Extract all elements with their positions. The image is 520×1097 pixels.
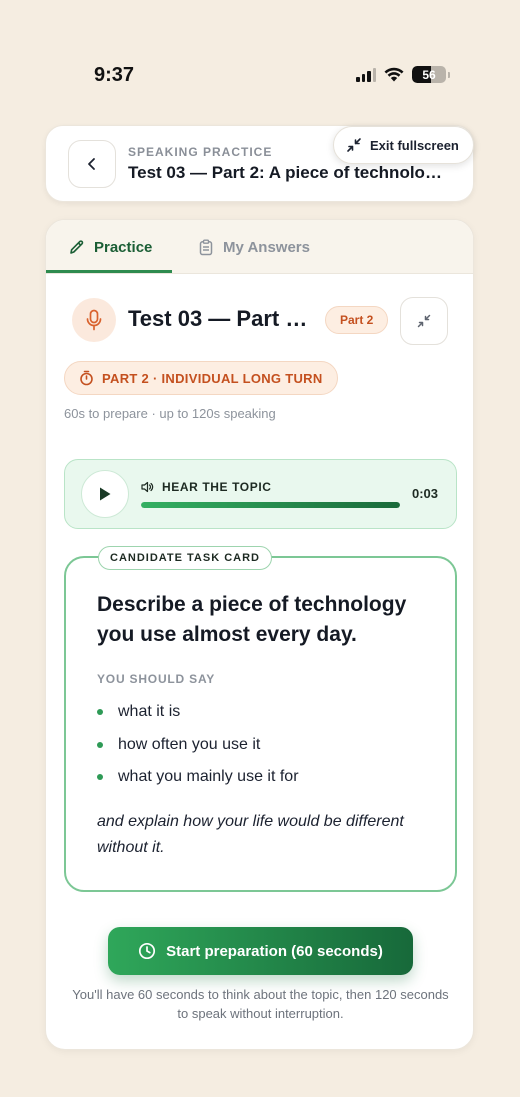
battery-level: 56: [422, 67, 436, 82]
task-explain: and explain how your life would be diffe…: [97, 813, 404, 856]
play-icon: [100, 487, 111, 501]
list-item: what you mainly use it for: [97, 761, 299, 794]
wifi-icon: [384, 67, 404, 82]
list-item: what it is: [97, 696, 299, 729]
task-heading: Describe a piece of technology you use a…: [97, 593, 407, 646]
start-preparation-button[interactable]: Start preparation (60 seconds): [108, 927, 413, 975]
bullet-text: what you mainly use it for: [118, 768, 299, 786]
clipboard-icon: [199, 239, 213, 255]
tab-my-answers[interactable]: My Answers: [198, 220, 310, 274]
clock-icon: [139, 942, 156, 960]
part-pill: Part 2: [325, 306, 389, 334]
should-say-label: YOU SHOULD SAY: [97, 672, 216, 686]
exit-fullscreen-label: Exit fullscreen: [370, 137, 459, 153]
timing-info: 60s to prepare · up to 120s speaking: [64, 406, 276, 421]
task-bullet-list: what it is how often you use it what you…: [97, 696, 299, 794]
task-card-label: CANDIDATE TASK CARD: [98, 546, 272, 570]
chevron-left-icon: [88, 158, 95, 170]
bullet-text: what it is: [118, 703, 181, 721]
exit-fullscreen-button[interactable]: Exit fullscreen: [333, 126, 474, 164]
speaker-icon: [141, 481, 154, 493]
pencil-icon: [70, 239, 84, 254]
audio-label: HEAR THE TOPIC: [141, 480, 272, 494]
collapse-button[interactable]: [400, 297, 448, 345]
tab-practice[interactable]: Practice: [68, 220, 152, 274]
minimize-icon: [347, 138, 361, 152]
audio-time: 0:03: [412, 486, 439, 501]
play-button[interactable]: [81, 470, 129, 518]
question-icon-badge: [72, 298, 116, 342]
turn-badge-label: PART 2 · INDIVIDUAL LONG TURN: [102, 370, 323, 386]
stopwatch-icon: [80, 370, 93, 386]
start-preparation-label: Start preparation (60 seconds): [166, 942, 383, 960]
tab-practice-label: Practice: [94, 238, 153, 256]
tab-bar: Practice My Answers: [46, 220, 473, 274]
page-title: Test 03 — Part 2: A piece of technology …: [128, 163, 448, 182]
bullet-text: how often you use it: [118, 735, 261, 753]
audio-progress-fill: [141, 502, 400, 508]
active-tab-indicator: [46, 270, 172, 273]
status-time: 9:37: [94, 64, 135, 86]
audio-progress-track[interactable]: [141, 502, 400, 508]
header-eyebrow: SPEAKING PRACTICE: [128, 145, 273, 159]
battery-icon: 56: [412, 66, 446, 83]
microphone-icon: [86, 309, 102, 331]
question-title: Test 03 — Part 2: A piece of technology: [128, 306, 318, 331]
status-bar: 9:37 56: [0, 0, 520, 110]
signal-icon: [356, 67, 376, 82]
audio-label-text: HEAR THE TOPIC: [162, 480, 272, 494]
footnote: You'll have 60 seconds to think about th…: [72, 987, 449, 1021]
list-item: how often you use it: [97, 729, 299, 762]
turn-badge: PART 2 · INDIVIDUAL LONG TURN: [64, 361, 338, 395]
tab-my-answers-label: My Answers: [223, 238, 310, 256]
candidate-task-card: CANDIDATE TASK CARD Describe a piece of …: [64, 546, 457, 892]
audio-player: HEAR THE TOPIC 0:03: [64, 459, 457, 529]
back-button[interactable]: [68, 140, 116, 188]
status-icons: 56: [356, 66, 450, 83]
main-card: Practice My Answers Test 03 — Part 2: A …: [45, 219, 474, 1050]
collapse-icon: [417, 314, 431, 328]
